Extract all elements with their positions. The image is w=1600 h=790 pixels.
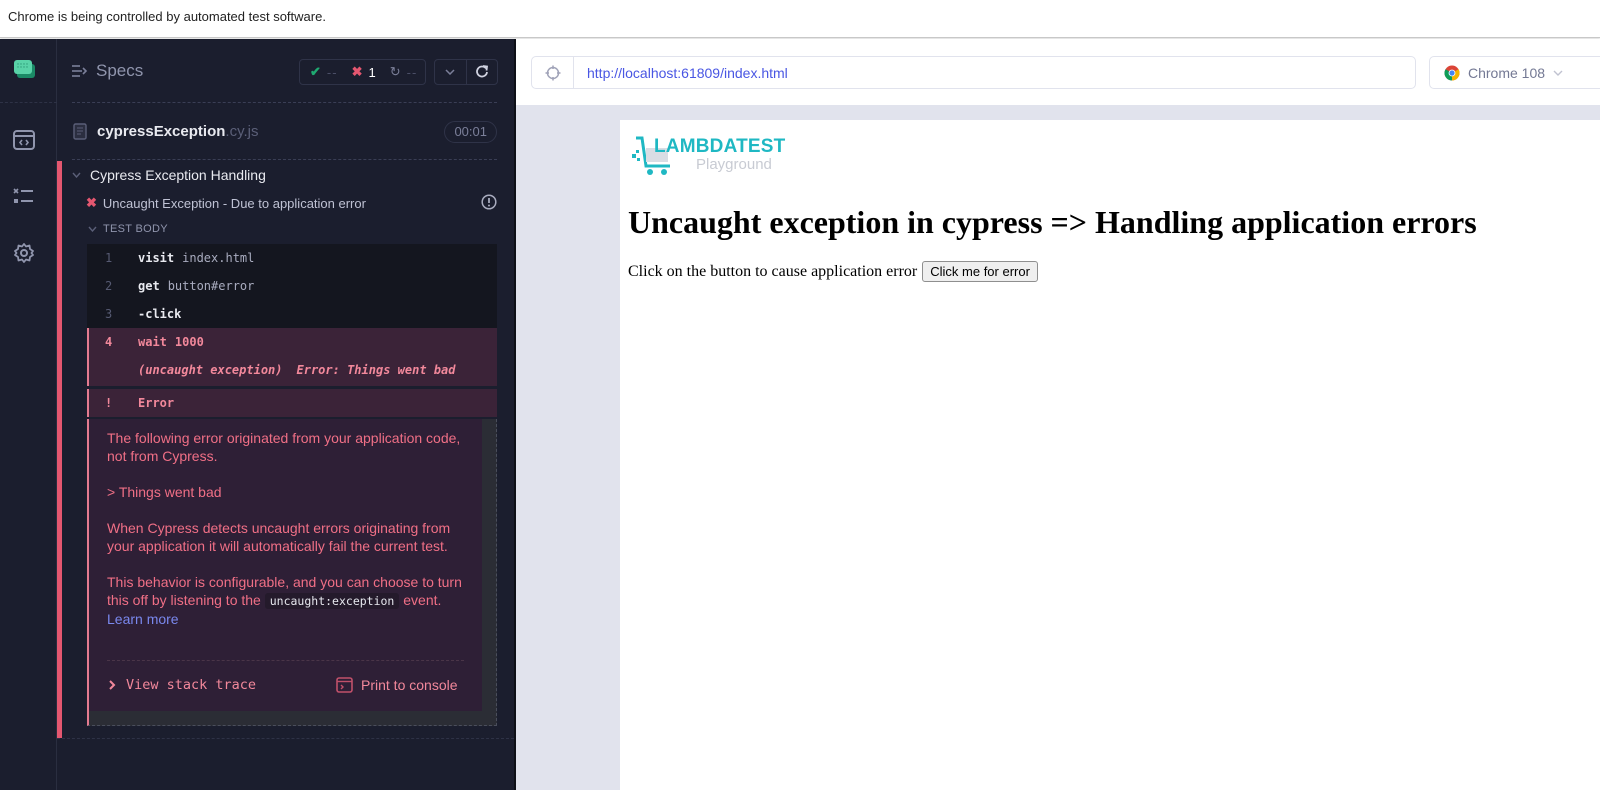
command-name: (uncaught exception) — [138, 363, 283, 377]
reporter-header: Specs ✔ -- ✖ 1 ↻ -- — [72, 39, 498, 103]
automation-infobar: Chrome is being controlled by automated … — [0, 0, 1600, 38]
browser-selector[interactable]: Chrome 108 — [1429, 56, 1600, 89]
error-divider — [107, 660, 464, 661]
test-body-label: TEST BODY — [103, 223, 168, 235]
chrome-icon — [1444, 65, 1460, 80]
spec-duration: 00:01 — [444, 121, 497, 143]
aut-header: http://localhost:61809/index.html Chrome… — [516, 39, 1600, 105]
infobar-text: Chrome is being controlled by automated … — [8, 9, 326, 24]
logo-sub-text: Playground — [696, 156, 772, 173]
learn-more-link[interactable]: Learn more — [107, 611, 179, 627]
browser-name: Chrome 108 — [1468, 64, 1546, 81]
failed-icon: ✖ — [351, 64, 363, 79]
command-name: -click — [138, 307, 182, 321]
suite-title: Cypress Exception Handling — [90, 167, 266, 183]
event-code: uncaught:exception — [264, 593, 400, 609]
print-to-console-button[interactable]: Print to console — [336, 676, 458, 694]
command-row-failed[interactable]: 4 wait 1000 — [87, 328, 497, 356]
command-arg: Error: Things went bad — [296, 363, 456, 377]
command-name: visit — [138, 251, 175, 265]
chevron-down-icon — [72, 172, 81, 178]
document-icon — [73, 123, 87, 140]
suite-title-row[interactable]: Cypress Exception Handling — [72, 167, 266, 183]
passed-icon: ✔ — [310, 64, 321, 79]
error-info-icon[interactable] — [481, 194, 497, 210]
print-to-console-label: Print to console — [361, 677, 458, 693]
error-trigger-button[interactable]: Click me for error — [922, 261, 1038, 282]
command-row[interactable]: 3 -click — [87, 300, 497, 328]
spec-file-name: cypressException.cy.js — [97, 123, 258, 140]
cypress-logo-icon[interactable] — [13, 59, 35, 79]
command-arg: button#error — [167, 279, 255, 293]
specs-label: Specs — [96, 61, 144, 80]
command-number: 4 — [105, 335, 113, 349]
side-nav — [0, 39, 57, 790]
pending-icon: ↻ — [389, 64, 401, 79]
test-stats: ✔ -- ✖ 1 ↻ -- — [299, 59, 426, 85]
logo-brand-text: LAMBDATEST — [654, 136, 786, 157]
command-row[interactable]: 1 visit index.html — [87, 244, 497, 272]
reporter-panel: Specs ✔ -- ✖ 1 ↻ -- cypressException.cy.… — [57, 39, 514, 790]
command-name: get — [138, 279, 160, 293]
passed-count: -- — [326, 64, 338, 80]
app-under-test: http://localhost:61809/index.html Chrome… — [516, 39, 1600, 790]
error-message-explanation: When Cypress detects uncaught errors ori… — [107, 520, 451, 554]
runs-icon[interactable] — [12, 185, 36, 209]
uncaught-exception-row[interactable]: (uncaught exception) Error: Things went b… — [87, 356, 497, 386]
instruction-text: Click on the button to cause application… — [628, 262, 918, 280]
pending-count: -- — [406, 64, 418, 80]
spec-file-row: cypressException.cy.js 00:01 — [72, 104, 497, 160]
failed-count: 1 — [368, 64, 376, 80]
test-title: Uncaught Exception - Due to application … — [102, 195, 366, 211]
specs-list-icon[interactable] — [12, 128, 36, 152]
nav-separator — [0, 102, 57, 103]
rerun-button[interactable] — [467, 60, 498, 84]
error-message-config: This behavior is configurable, and you c… — [107, 573, 464, 628]
failed-suite-indicator — [57, 161, 62, 738]
command-number: 1 — [105, 251, 113, 265]
terminal-icon — [336, 677, 353, 693]
specs-menu-icon — [72, 65, 88, 77]
command-number: 3 — [105, 307, 113, 321]
run-controls — [434, 59, 498, 85]
test-body-toggle[interactable]: TEST BODY — [88, 223, 168, 235]
auto-scroll-toggle[interactable] — [435, 60, 467, 84]
error-message-detail: > Things went bad — [107, 484, 222, 500]
view-stack-trace-button[interactable]: View stack trace — [109, 676, 256, 694]
command-log: 1 visit index.html 2 get button#error 3 -c… — [87, 244, 497, 417]
page-heading: Uncaught exception in cypress => Handlin… — [628, 204, 1477, 240]
error-marker: ! — [105, 396, 113, 410]
specs-toggle-button[interactable]: Specs — [72, 61, 143, 81]
aut-iframe: LAMBDATEST Playground Uncaught exception… — [620, 120, 1600, 790]
crosshair-icon — [545, 65, 560, 80]
lambdatest-logo: LAMBDATEST Playground — [628, 134, 788, 184]
restart-icon — [475, 65, 488, 78]
url-bar[interactable]: http://localhost:61809/index.html — [531, 56, 1416, 89]
selector-playground-button[interactable] — [532, 57, 574, 88]
settings-icon[interactable] — [12, 241, 36, 265]
instruction-line: Click on the button to cause application… — [628, 261, 1038, 282]
chevron-right-icon — [109, 680, 116, 690]
chevron-down-icon — [445, 69, 455, 75]
failed-icon: ✖ — [86, 195, 97, 210]
config-text-end: event. — [403, 592, 442, 608]
error-header-row: ! Error — [87, 389, 497, 417]
command-arg: 1000 — [174, 335, 204, 349]
error-message-origin: The following error originated from your… — [107, 430, 461, 464]
chevron-down-icon — [88, 226, 97, 232]
chevron-down-icon — [1553, 70, 1563, 76]
error-panel: The following error originated from your… — [87, 419, 497, 726]
spec-extension: .cy.js — [225, 123, 259, 140]
url-text: http://localhost:61809/index.html — [587, 65, 788, 81]
error-title: Error — [138, 396, 175, 410]
command-name: wait — [138, 335, 167, 349]
command-number: 2 — [105, 279, 113, 293]
reporter-bottom-divider — [57, 738, 514, 739]
cypress-app: Specs ✔ -- ✖ 1 ↻ -- cypressException.cy.… — [0, 39, 1600, 790]
view-stack-trace-label: View stack trace — [126, 677, 257, 693]
command-row[interactable]: 2 get button#error — [87, 272, 497, 300]
spec-name: cypressException — [97, 123, 226, 140]
test-title-row[interactable]: ✖ Uncaught Exception - Due to applicatio… — [86, 195, 366, 211]
command-arg: index.html — [182, 251, 255, 265]
